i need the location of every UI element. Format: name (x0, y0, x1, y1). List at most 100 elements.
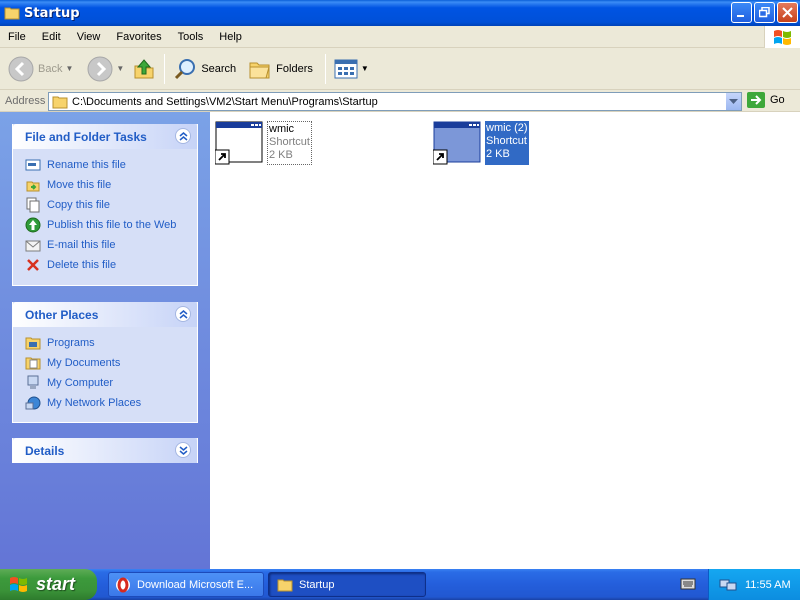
panel-title: File and Folder Tasks (25, 129, 147, 144)
start-label: start (36, 574, 76, 594)
expand-chevron-icon[interactable] (175, 442, 191, 458)
restore-icon (759, 7, 770, 18)
shortcut-file-icon (432, 121, 481, 165)
menu-bar: File Edit View Favorites Tools Help (0, 26, 800, 48)
start-button[interactable]: start (0, 569, 97, 600)
folder-icon (52, 96, 68, 108)
delete-x-icon (25, 257, 41, 273)
panel-title: Details (25, 443, 65, 458)
search-button[interactable]: Search (169, 52, 240, 86)
back-arrow-icon (8, 56, 34, 81)
forward-button[interactable]: ▼ (83, 52, 128, 86)
chevron-down-icon (729, 98, 738, 104)
file-item[interactable]: wmic Shortcut 2 KB (214, 121, 312, 165)
menu-tools[interactable]: Tools (170, 31, 212, 43)
back-button[interactable]: Back ▼ (4, 52, 77, 86)
search-icon (175, 58, 196, 79)
windows-logo-icon (10, 576, 27, 592)
file-type: Shortcut (486, 135, 527, 147)
window-title: Startup (24, 5, 80, 21)
place-programs-link[interactable]: Programs (25, 333, 197, 353)
views-icon (334, 59, 358, 78)
toolbar-separator (324, 53, 326, 84)
forward-dropdown-icon[interactable]: ▼ (116, 64, 124, 73)
my-documents-icon (25, 355, 41, 371)
address-bar: Address C:\Documents and Settings\VM2\St… (0, 90, 800, 112)
email-icon (25, 237, 41, 253)
toolbar-separator (164, 53, 166, 84)
details-panel: Details (12, 438, 198, 463)
collapse-chevron-icon[interactable] (175, 306, 191, 322)
folders-button[interactable]: Folders (244, 52, 317, 86)
panel-header[interactable]: File and Folder Tasks (13, 124, 197, 149)
delete-file-link[interactable]: Delete this file (25, 255, 197, 275)
move-file-link[interactable]: Move this file (25, 175, 197, 195)
go-arrow-icon (747, 92, 765, 108)
toolbar: Back ▼ ▼ Search Folders ▼ (0, 48, 800, 90)
file-name: wmic (2) (486, 122, 528, 134)
menu-view[interactable]: View (69, 31, 109, 43)
file-list-area[interactable]: wmic Shortcut 2 KB wmic (2) Shortcut 2 K… (210, 112, 800, 569)
move-icon (25, 177, 41, 193)
panel-title: Other Places (25, 307, 99, 322)
taskbar-item-startup[interactable]: Startup (268, 572, 426, 597)
publish-web-link[interactable]: Publish this file to the Web (25, 215, 197, 235)
address-label: Address (5, 94, 46, 107)
system-tray: 11:55 AM (708, 569, 800, 600)
menu-favorites[interactable]: Favorites (108, 31, 169, 43)
place-my-network-places-link[interactable]: My Network Places (25, 393, 197, 413)
minimize-button[interactable] (731, 2, 752, 23)
address-field[interactable]: C:\Documents and Settings\VM2\Start Menu… (48, 92, 742, 111)
folder-icon (4, 7, 20, 20)
keyboard-icon[interactable] (680, 577, 696, 594)
file-size: 2 KB (269, 149, 293, 161)
go-button[interactable]: Go (747, 92, 785, 108)
taskbar: start Download Microsoft E... Startup 11… (0, 569, 800, 600)
copy-icon (25, 197, 41, 213)
place-my-documents-link[interactable]: My Documents (25, 353, 197, 373)
task-pane: File and Folder Tasks Rename this file M… (0, 112, 210, 569)
title-bar[interactable]: Startup (0, 0, 800, 26)
menu-edit[interactable]: Edit (34, 31, 69, 43)
folders-icon (249, 62, 270, 78)
globe-publish-icon (25, 217, 41, 233)
rename-icon (25, 157, 41, 173)
panel-header[interactable]: Other Places (13, 302, 197, 327)
close-button[interactable] (777, 2, 798, 23)
clock[interactable]: 11:55 AM (745, 579, 791, 591)
shortcut-file-icon (214, 121, 263, 165)
menu-file[interactable]: File (0, 31, 34, 43)
programs-folder-icon (25, 335, 41, 351)
panel-header[interactable]: Details (13, 438, 197, 463)
file-name: wmic (269, 123, 295, 135)
copy-file-link[interactable]: Copy this file (25, 195, 197, 215)
address-dropdown-button[interactable] (725, 93, 741, 110)
file-type: Shortcut (269, 136, 310, 148)
email-file-link[interactable]: E-mail this file (25, 235, 197, 255)
forward-arrow-icon (87, 56, 113, 81)
views-button[interactable]: ▼ (330, 52, 373, 86)
opera-icon (116, 577, 130, 592)
up-folder-icon (134, 58, 154, 78)
rename-file-link[interactable]: Rename this file (25, 155, 197, 175)
close-icon (782, 7, 793, 18)
other-places-panel: Other Places Programs My Documents My Co… (12, 302, 198, 423)
address-path: C:\Documents and Settings\VM2\Start Menu… (72, 95, 378, 108)
windows-logo-icon (764, 26, 800, 48)
file-item[interactable]: wmic (2) Shortcut 2 KB (432, 121, 529, 165)
minimize-icon (737, 15, 744, 17)
network-places-icon (25, 395, 41, 411)
place-my-computer-link[interactable]: My Computer (25, 373, 197, 393)
file-folder-tasks-panel: File and Folder Tasks Rename this file M… (12, 124, 198, 286)
restore-button[interactable] (754, 2, 775, 23)
views-dropdown-icon[interactable]: ▼ (361, 64, 369, 73)
my-computer-icon (25, 375, 41, 391)
folder-icon (277, 579, 293, 591)
menu-help[interactable]: Help (211, 31, 250, 43)
back-dropdown-icon[interactable]: ▼ (65, 64, 73, 73)
taskbar-item-browser[interactable]: Download Microsoft E... (108, 572, 264, 597)
file-size: 2 KB (486, 148, 510, 160)
up-folder-button[interactable] (128, 52, 160, 86)
collapse-chevron-icon[interactable] (175, 128, 191, 144)
network-status-icon[interactable] (719, 577, 737, 593)
